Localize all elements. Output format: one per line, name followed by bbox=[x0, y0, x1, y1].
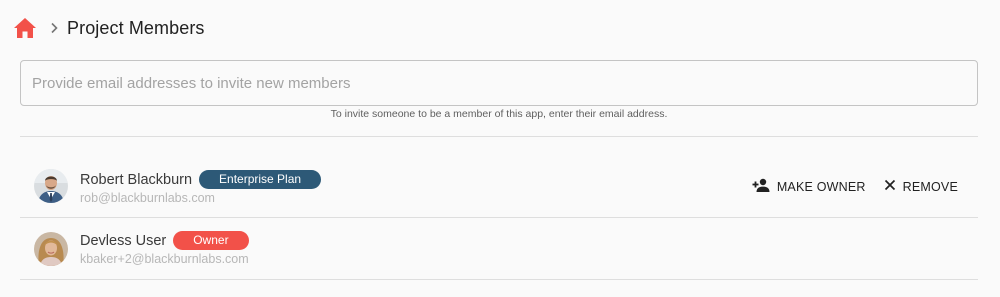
remove-button[interactable]: REMOVE bbox=[884, 179, 958, 194]
owner-badge: Owner bbox=[173, 231, 249, 250]
member-row: Robert Blackburn Enterprise Plan rob@bla… bbox=[20, 137, 978, 217]
member-name: Robert Blackburn bbox=[80, 171, 193, 188]
plan-badge: Enterprise Plan bbox=[199, 170, 322, 189]
member-avatar bbox=[34, 169, 68, 203]
page-title: Project Members bbox=[67, 17, 205, 38]
make-owner-label: MAKE OWNER bbox=[776, 179, 866, 194]
member-name: Devless User bbox=[80, 232, 167, 249]
make-owner-button[interactable]: MAKE OWNER bbox=[752, 178, 866, 195]
divider bbox=[20, 279, 978, 280]
home-icon[interactable] bbox=[12, 15, 38, 41]
member-email: rob@blackburnlabs.com bbox=[80, 191, 215, 205]
member-email: kbaker+2@blackburnlabs.com bbox=[80, 252, 249, 266]
invite-helper-text: To invite someone to be a member of this… bbox=[330, 108, 668, 120]
invite-email-input[interactable] bbox=[21, 61, 977, 105]
breadcrumb: Project Members bbox=[12, 14, 205, 42]
member-avatar bbox=[34, 232, 68, 266]
member-actions: MAKE OWNER REMOVE bbox=[752, 178, 958, 195]
person-add-icon bbox=[752, 178, 770, 195]
member-name-line: Devless User Owner bbox=[80, 231, 249, 250]
remove-label: REMOVE bbox=[902, 179, 958, 194]
chevron-right-icon bbox=[47, 21, 61, 35]
member-row: Devless User Owner kbaker+2@blackburnlab… bbox=[20, 218, 978, 279]
member-name-line: Robert Blackburn Enterprise Plan bbox=[80, 170, 322, 189]
invite-email-field[interactable] bbox=[20, 60, 978, 106]
close-icon bbox=[884, 179, 896, 194]
